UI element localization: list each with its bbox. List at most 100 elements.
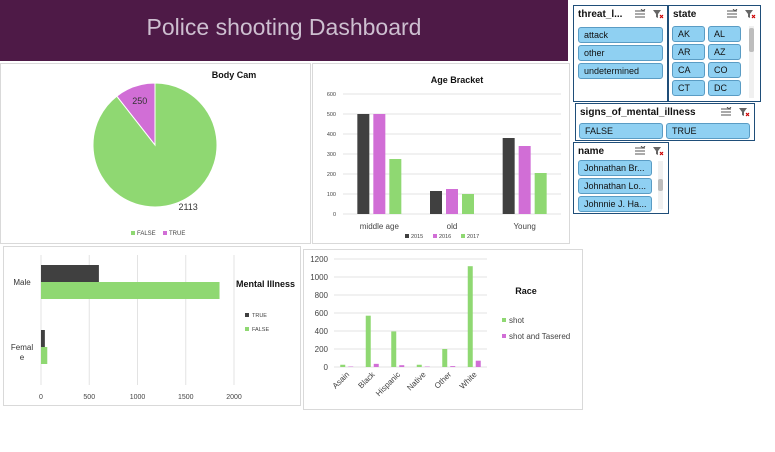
bar-shot-hispanic [391, 331, 397, 367]
page-title: Police shooting Dashboard [146, 14, 422, 40]
slicer-item-az[interactable]: AZ [708, 44, 741, 60]
chart-title: Race [515, 286, 537, 296]
name-slicer[interactable]: name Johnathan Br... Johnathan Lo... Joh… [573, 142, 669, 214]
x-tick-label: 2000 [226, 394, 242, 401]
body-cam-chart[interactable]: Body Cam 250 2113 FALSE TRUE [0, 63, 311, 244]
legend-swatch-false [245, 327, 249, 331]
slicer-item-undetermined[interactable]: undetermined [578, 63, 663, 79]
x-tick-label: 1500 [178, 394, 194, 401]
bar-2017-old [462, 194, 474, 214]
clear-filter-icon[interactable] [738, 107, 750, 117]
slicer-scrollbar[interactable] [658, 161, 663, 209]
bar-shot-and-tasered-black [373, 363, 379, 367]
x-tick-label: Black [356, 369, 377, 390]
x-tick-label: Native [405, 370, 428, 393]
y-tick-label: 800 [315, 291, 329, 300]
y-tick-label: 400 [327, 132, 336, 138]
bar-2017-young [534, 173, 547, 214]
data-label: 250 [132, 96, 147, 106]
multi-select-icon[interactable] [634, 146, 646, 156]
slicer-item-name-2[interactable]: Johnathan Lo... [578, 178, 652, 194]
bar-2016-middle-age [373, 114, 386, 214]
y-tick-label: 600 [315, 309, 329, 318]
slicer-title: state [673, 9, 697, 20]
multi-select-icon[interactable] [634, 9, 646, 19]
legend-swatch-2015 [405, 234, 409, 238]
slicer-item-name-1[interactable]: Johnathan Br... [578, 160, 652, 176]
mental-illness-slicer[interactable]: signs_of_mental_illness FALSE TRUE [575, 103, 755, 141]
clear-filter-icon[interactable] [744, 9, 756, 19]
slicer-item-other[interactable]: other [578, 45, 663, 61]
bar-true-female [41, 330, 45, 347]
legend-swatch-2016 [433, 234, 437, 238]
state-slicer[interactable]: state AK AL AR AZ CA CO CT DC [668, 5, 761, 102]
chart-title: Age Bracket [431, 75, 484, 85]
slicer-item-ak[interactable]: AK [672, 26, 705, 42]
chart-title: Mental Illness [236, 279, 295, 289]
y-tick-label: 300 [327, 152, 336, 158]
slicer-title: signs_of_mental_illness [580, 107, 696, 118]
x-tick-label: Asain [331, 370, 352, 391]
race-svg: Race 0 200 400 600 800 1000 1200 Asain BlackHis… [310, 255, 570, 398]
legend-label: TRUE [169, 231, 185, 237]
y-tick-label: 0 [324, 363, 329, 372]
y-tick-label: 200 [315, 345, 329, 354]
bar-false-female [41, 347, 48, 364]
legend-label: shot and Tasered [509, 332, 570, 341]
slicer-item-attack[interactable]: attack [578, 27, 663, 43]
bar-shot-native [416, 364, 422, 367]
x-tick-label: 0 [39, 394, 43, 401]
legend-swatch-2017 [461, 234, 465, 238]
y-tick-label: 200 [327, 172, 336, 178]
y-tick-label: 0 [333, 212, 336, 218]
race-chart[interactable]: Race 0 200 400 600 800 1000 1200 Asain Black His… [303, 249, 583, 410]
x-tick-label: Other [433, 370, 454, 391]
scrollbar-thumb[interactable] [749, 28, 754, 52]
mental-illness-svg: Mental Illness 0 500 1000 1500 2000 Male Fema… [11, 255, 295, 401]
legend-label: 2015 [411, 234, 423, 240]
clear-filter-icon[interactable] [652, 146, 664, 156]
y-tick-label: 400 [315, 327, 329, 336]
multi-select-icon[interactable] [726, 9, 738, 19]
pie-slice-false [92, 82, 218, 208]
legend-label: 2016 [439, 234, 451, 240]
bar-shot-black [365, 315, 371, 367]
x-tick-label: Hispanic [374, 370, 402, 398]
slicer-item-ct[interactable]: CT [672, 80, 705, 96]
bar-shot-white [467, 266, 473, 367]
slicer-item-name-3[interactable]: Johnnie J. Ha... [578, 196, 652, 212]
slicer-item-true[interactable]: TRUE [666, 123, 750, 139]
scrollbar-thumb[interactable] [658, 179, 663, 191]
slicer-scrollbar[interactable] [749, 26, 754, 98]
bar-shot-asain [340, 364, 346, 367]
mental-illness-chart[interactable]: Mental Illness 0 500 1000 1500 2000 Male Fema… [3, 246, 301, 406]
dashboard-header: Police shooting Dashboard [0, 0, 568, 61]
x-tick-label: 1000 [130, 394, 146, 401]
clear-filter-icon[interactable] [652, 9, 664, 19]
slicer-item-false[interactable]: FALSE [579, 123, 663, 139]
slicer-title: threat_l... [578, 9, 623, 20]
threat-level-slicer[interactable]: threat_l... attack other undetermined [573, 5, 668, 102]
bar-shot-and-tasered-hispanic [399, 365, 405, 367]
bar-2015-young [502, 138, 515, 214]
bar-2015-old [430, 191, 442, 214]
slicer-item-ca[interactable]: CA [672, 62, 705, 78]
y-tick-label: 1000 [310, 273, 328, 282]
age-bracket-chart[interactable]: Age Bracket 0 100 200 300 400 500 600 middle a… [312, 63, 570, 244]
legend-label: TRUE [252, 313, 267, 319]
bar-2016-young [518, 146, 531, 214]
body-cam-pie-svg: Body Cam 250 2113 FALSE TRUE [92, 70, 257, 237]
legend-swatch-shot [502, 318, 506, 322]
legend-label: 2017 [467, 234, 479, 240]
legend-label: FALSE [137, 231, 156, 237]
slicer-item-al[interactable]: AL [708, 26, 741, 42]
slicer-item-ar[interactable]: AR [672, 44, 705, 60]
legend-swatch-shot-and-tasered [502, 334, 506, 338]
bar-2016-old [446, 189, 458, 214]
slicer-item-dc[interactable]: DC [708, 80, 741, 96]
multi-select-icon[interactable] [720, 107, 732, 117]
bar-shot-other [442, 349, 448, 367]
slicer-title: name [578, 146, 605, 157]
slicer-item-co[interactable]: CO [708, 62, 741, 78]
chart-title: Body Cam [212, 70, 257, 80]
